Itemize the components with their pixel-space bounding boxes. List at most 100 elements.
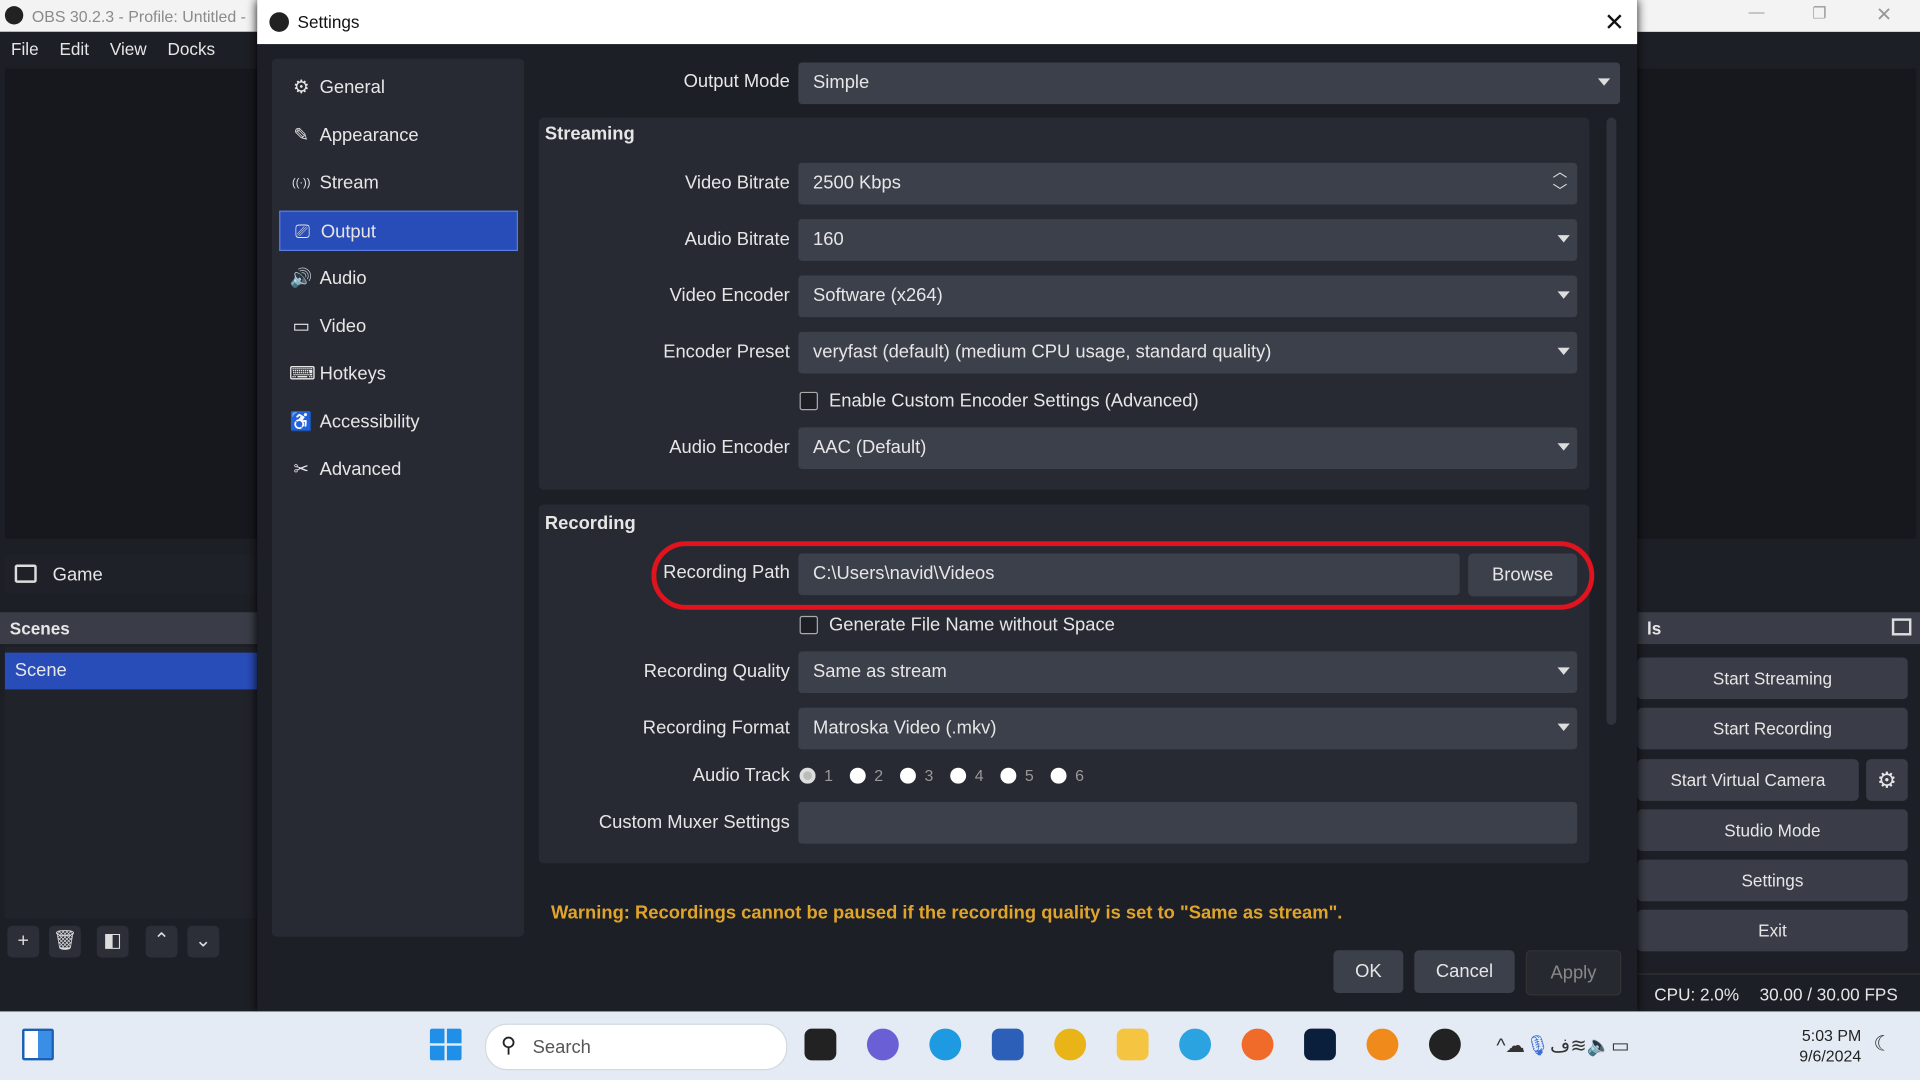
chevron-down-icon xyxy=(1557,723,1570,732)
audio-bitrate-value: 160 xyxy=(813,228,844,250)
audio-track-radio-2[interactable] xyxy=(849,767,866,784)
preview-area-right xyxy=(1637,68,1917,539)
recording-format-value: Matroska Video (.mkv) xyxy=(813,717,997,739)
output-mode-label: Output Mode xyxy=(683,71,790,92)
menu-file[interactable]: File xyxy=(0,32,48,59)
streaming-title: Streaming xyxy=(544,123,635,145)
move-up-button[interactable]: ⌃ xyxy=(145,925,178,958)
start-recording-button[interactable]: Start Recording xyxy=(1637,707,1908,750)
audio-track-radio-1[interactable] xyxy=(799,767,816,784)
nav-item-label: Audio xyxy=(319,268,367,289)
remove-scene-button[interactable]: 🗑 xyxy=(48,925,81,958)
start-virtual-camera-button[interactable]: Start Virtual Camera xyxy=(1637,759,1859,801)
add-scene-button[interactable]: + xyxy=(7,925,40,958)
nav-item-label: Accessibility xyxy=(319,411,420,433)
folder-icon[interactable] xyxy=(1116,1028,1149,1061)
nav-item-label: Video xyxy=(319,315,367,337)
cancel-button[interactable]: Cancel xyxy=(1414,950,1515,994)
chevron-down-icon xyxy=(1557,235,1570,243)
scenes-dock-header: Scenes xyxy=(0,612,258,645)
audio-track-radio-4[interactable] xyxy=(950,767,967,784)
menu-docks[interactable]: Docks xyxy=(156,32,224,59)
minimize-button[interactable]: — xyxy=(1749,2,1765,20)
nav-item-appearance[interactable]: ✎ Appearance xyxy=(279,115,518,155)
file-explorer-icon[interactable] xyxy=(804,1028,837,1061)
undock-icon[interactable] xyxy=(1891,618,1912,636)
audio-track-radio-3[interactable] xyxy=(900,767,916,784)
close-dialog-button[interactable]: ✕ xyxy=(1604,7,1625,38)
dialog-title: Settings xyxy=(297,12,360,32)
recording-quality-value: Same as stream xyxy=(813,661,947,683)
clock[interactable]: 5:03 PM 9/6/2024 xyxy=(1790,1025,1861,1067)
close-window-button[interactable]: ✕ xyxy=(1876,2,1892,26)
monitor-icon: ▭ xyxy=(292,315,310,337)
keyboard-icon: ⌨ xyxy=(288,363,316,385)
menu-view[interactable]: View xyxy=(99,32,157,59)
output-mode-select[interactable]: Simple xyxy=(798,62,1621,105)
virtual-camera-settings-gear-icon[interactable]: ⚙ xyxy=(1866,759,1908,801)
encoder-preset-select[interactable]: veryfast (default) (medium CPU usage, st… xyxy=(798,331,1578,374)
no-space-checkbox[interactable] xyxy=(799,615,818,635)
scenes-list: Scene xyxy=(4,646,258,919)
volume-icon[interactable]: 🔈 xyxy=(1587,1036,1611,1057)
windows-start-icon[interactable] xyxy=(429,1028,462,1061)
chevron-up-icon[interactable]: ^ xyxy=(1496,1036,1505,1057)
settings-button[interactable]: Settings xyxy=(1637,859,1908,902)
spin-down-icon[interactable]: ﹀ xyxy=(1553,170,1568,212)
firefox-icon[interactable] xyxy=(1241,1028,1274,1061)
language-icon[interactable]: ف xyxy=(1550,1036,1570,1057)
exit-button[interactable]: Exit xyxy=(1637,909,1908,952)
custom-encoder-checkbox[interactable] xyxy=(799,391,818,411)
telegram-icon[interactable] xyxy=(1179,1028,1212,1061)
source-item[interactable]: Game xyxy=(4,554,258,594)
nav-item-label: Appearance xyxy=(319,124,419,146)
photoshop-icon[interactable] xyxy=(1304,1028,1336,1061)
scene-item[interactable]: Scene xyxy=(4,652,258,690)
custom-muxer-input[interactable] xyxy=(798,802,1578,844)
cloud-icon[interactable]: ☁ xyxy=(1506,1036,1526,1057)
audio-track-label-5: 5 xyxy=(1024,766,1034,785)
fps-readout: 30.00 / 30.00 FPS xyxy=(1759,984,1898,1005)
scene-filters-button[interactable]: ◧ xyxy=(96,925,129,958)
audio-track-label: Audio Track xyxy=(692,765,790,787)
custom-encoder-label: Enable Custom Encoder Settings (Advanced… xyxy=(828,390,1199,412)
vpn-icon[interactable] xyxy=(1366,1028,1399,1061)
video-encoder-select[interactable]: Software (x264) xyxy=(798,275,1578,318)
audio-bitrate-select[interactable]: 160 xyxy=(798,219,1578,261)
studio-mode-button[interactable]: Studio Mode xyxy=(1637,809,1908,852)
appearance-icon: ✎ xyxy=(293,124,309,146)
start-streaming-button[interactable]: Start Streaming xyxy=(1637,657,1908,700)
recording-quality-label: Recording Quality xyxy=(643,661,790,683)
maximize-button[interactable]: ❐ xyxy=(1812,4,1826,24)
chevron-down-icon xyxy=(1597,78,1611,86)
move-down-button[interactable]: ⌄ xyxy=(187,925,220,958)
wifi-icon[interactable]: ≋ xyxy=(1570,1036,1586,1057)
obs-icon[interactable] xyxy=(1428,1028,1461,1061)
taskbar-search[interactable]: ⚲ Search xyxy=(484,1023,788,1071)
ok-button[interactable]: OK xyxy=(1333,950,1404,994)
scrollbar[interactable] xyxy=(1606,117,1617,725)
video-bitrate-spinbox[interactable]: 2500 Kbps ︿ ﹀ xyxy=(798,162,1578,205)
recording-quality-select[interactable]: Same as stream xyxy=(798,651,1578,694)
teams-icon[interactable] xyxy=(866,1028,899,1061)
speaker-icon: 🔊 xyxy=(289,268,313,289)
audio-track-radio-5[interactable] xyxy=(1000,767,1017,784)
do-not-disturb-icon[interactable]: ☾ xyxy=(1873,1032,1892,1056)
audio-encoder-value: AAC (Default) xyxy=(813,437,927,458)
menu-edit[interactable]: Edit xyxy=(48,32,98,59)
recording-format-select[interactable]: Matroska Video (.mkv) xyxy=(798,707,1578,750)
edge-icon[interactable] xyxy=(929,1028,962,1061)
audio-encoder-select[interactable]: AAC (Default) xyxy=(798,427,1578,469)
highlight-annotation xyxy=(651,541,1595,610)
search-placeholder: Search xyxy=(532,1037,591,1058)
battery-icon[interactable]: ▭ xyxy=(1611,1036,1630,1057)
chrome-icon[interactable] xyxy=(1054,1028,1087,1061)
apply-button[interactable]: Apply xyxy=(1525,950,1622,996)
widgets-icon[interactable] xyxy=(22,1028,54,1061)
video-encoder-value: Software (x264) xyxy=(813,285,943,307)
recording-format-label: Recording Format xyxy=(642,717,790,739)
audio-track-radio-6[interactable] xyxy=(1050,767,1067,784)
system-tray: ^☁🎙ف≋🔈▭ xyxy=(1496,1033,1629,1057)
microphone-icon[interactable]: 🎙 xyxy=(1525,1036,1550,1057)
word-icon[interactable] xyxy=(991,1028,1024,1061)
